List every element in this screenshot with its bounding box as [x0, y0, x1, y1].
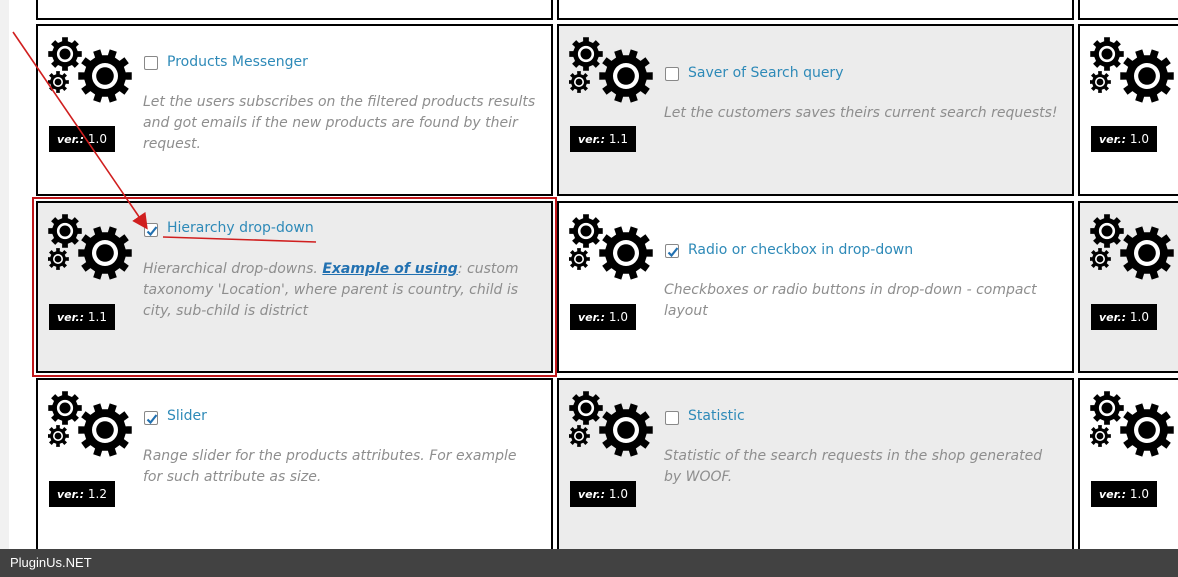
- version-badge: ver.: 1.1: [49, 304, 115, 330]
- version-value: 1.0: [608, 487, 628, 501]
- extension-description: Statistic of the search requests in the …: [664, 448, 1043, 485]
- version-value: 1.0: [1129, 487, 1149, 501]
- gears-icon: [1089, 36, 1176, 104]
- extension-card-slider: Slider Range slider for the products att…: [36, 378, 553, 568]
- version-label: ver.:: [57, 488, 85, 501]
- extension-card-partial: [557, 0, 1074, 20]
- extension-description: Hierarchical drop-downs. Example of usin…: [143, 259, 538, 322]
- version-label: ver.:: [1099, 133, 1127, 146]
- version-label: ver.:: [578, 488, 606, 501]
- version-label: ver.:: [1099, 488, 1127, 501]
- version-value: 1.1: [87, 310, 107, 324]
- gears-icon: [1089, 390, 1176, 458]
- gears-icon: [1089, 213, 1176, 281]
- version-badge: ver.: 1.1: [570, 126, 636, 152]
- extension-title[interactable]: Statistic: [688, 408, 745, 424]
- extension-title[interactable]: Saver of Search query: [688, 65, 843, 81]
- version-badge: ver.: 1.0: [1091, 304, 1157, 330]
- gears-icon: [568, 390, 655, 458]
- version-label: ver.:: [57, 133, 85, 146]
- gears-icon: [568, 213, 655, 281]
- extension-checkbox[interactable]: [144, 411, 158, 425]
- version-label: ver.:: [57, 311, 85, 324]
- extension-card-partial: [36, 0, 553, 20]
- extension-title[interactable]: Slider: [167, 408, 207, 424]
- extension-checkbox[interactable]: [665, 244, 679, 258]
- footer-text: PluginUs.NET: [10, 555, 92, 570]
- extension-card-partial: [1078, 0, 1178, 20]
- extension-checkbox[interactable]: [665, 411, 679, 425]
- extension-card-radio-or-checkbox: Radio or checkbox in drop-down Checkboxe…: [557, 201, 1074, 373]
- extension-checkbox[interactable]: [144, 223, 158, 237]
- version-badge: ver.: 1.2: [49, 481, 115, 507]
- version-label: ver.:: [578, 133, 606, 146]
- version-badge: ver.: 1.0: [49, 126, 115, 152]
- extension-description: Checkboxes or radio buttons in drop-down…: [664, 282, 1037, 319]
- gears-icon: [568, 36, 655, 104]
- extension-card-saver-of-search-query: Saver of Search query Let the customers …: [557, 24, 1074, 196]
- version-value: 1.2: [87, 487, 107, 501]
- gears-icon: [47, 390, 134, 458]
- version-value: 1.1: [608, 132, 628, 146]
- extension-title[interactable]: Hierarchy drop-down: [167, 220, 314, 236]
- extension-checkbox[interactable]: [665, 67, 679, 81]
- gears-icon: [47, 213, 134, 281]
- version-value: 1.0: [608, 310, 628, 324]
- extension-description: Let the users subscribes on the filtered…: [143, 94, 536, 152]
- extension-title[interactable]: Products Messenger: [167, 54, 308, 70]
- extension-title[interactable]: Radio or checkbox in drop-down: [688, 242, 913, 258]
- extension-description: Let the customers saves theirs current s…: [664, 105, 1058, 121]
- extension-card-products-messenger: Products Messenger Let the users subscri…: [36, 24, 553, 196]
- extension-card-statistic: Statistic Statistic of the search reques…: [557, 378, 1074, 568]
- version-value: 1.0: [1129, 132, 1149, 146]
- version-badge: ver.: 1.0: [1091, 481, 1157, 507]
- version-value: 1.0: [87, 132, 107, 146]
- extension-card-partial: ver.: 1.0: [1078, 201, 1178, 373]
- extension-card-partial: ver.: 1.0: [1078, 378, 1178, 568]
- version-badge: ver.: 1.0: [570, 481, 636, 507]
- version-label: ver.:: [1099, 311, 1127, 324]
- extension-checkbox[interactable]: [144, 56, 158, 70]
- gears-icon: [47, 36, 134, 104]
- extension-card-hierarchy-drop-down: Hierarchy drop-down Hierarchical drop-do…: [32, 197, 557, 377]
- page-left-strip: [0, 0, 9, 549]
- footer-bar: PluginUs.NET: [0, 549, 1178, 577]
- description-text: Hierarchical drop-downs.: [143, 261, 323, 277]
- extension-card-partial: ver.: 1.0: [1078, 24, 1178, 196]
- version-label: ver.:: [578, 311, 606, 324]
- version-badge: ver.: 1.0: [1091, 126, 1157, 152]
- extension-description: Range slider for the products attributes…: [143, 448, 517, 485]
- version-value: 1.0: [1129, 310, 1149, 324]
- example-link[interactable]: Example of using: [322, 261, 458, 277]
- version-badge: ver.: 1.0: [570, 304, 636, 330]
